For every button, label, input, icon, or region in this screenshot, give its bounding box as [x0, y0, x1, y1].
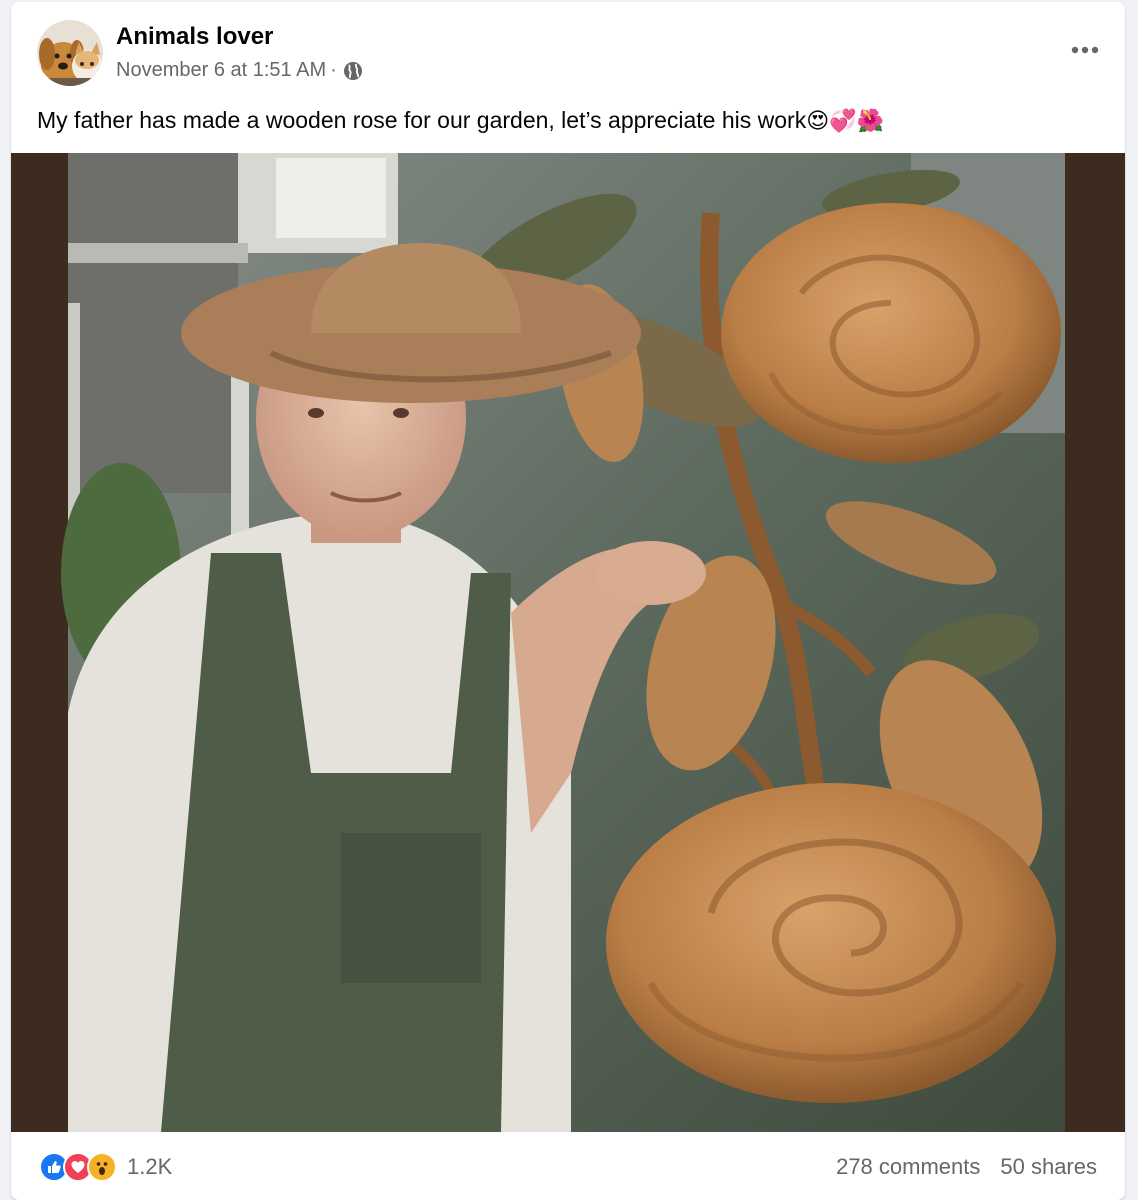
caption-text: My father has made a wooden rose for our…	[37, 107, 807, 133]
wow-icon	[87, 1152, 117, 1182]
more-options-button[interactable]	[1063, 30, 1107, 70]
post-timestamp[interactable]: November 6 at 1:51 AM	[116, 59, 326, 82]
meta-separator: ·	[330, 59, 337, 81]
post-card: Animals lover November 6 at 1:51 AM · My…	[11, 2, 1125, 1200]
avatar[interactable]	[37, 20, 103, 86]
shares-count[interactable]: 50 shares	[1000, 1154, 1097, 1180]
reaction-icons	[39, 1152, 117, 1182]
globe-icon[interactable]	[343, 61, 363, 81]
author-name[interactable]: Animals lover	[116, 23, 273, 51]
caption-emojis: 😍💞🌺	[806, 109, 884, 134]
post-caption: My father has made a wooden rose for our…	[37, 105, 884, 137]
comments-count[interactable]: 278 comments	[836, 1154, 980, 1180]
avatar-dog-cat-image	[37, 20, 103, 86]
post-footer: 1.2K 278 comments 50 shares	[11, 1132, 1125, 1200]
post-meta: November 6 at 1:51 AM ·	[116, 59, 363, 82]
reaction-count: 1.2K	[127, 1154, 173, 1179]
reactions-summary[interactable]: 1.2K	[39, 1152, 172, 1182]
photo-man-with-wooden-rose	[61, 153, 1065, 1132]
more-horizontal-icon	[1071, 46, 1099, 54]
engagement-stats: 278 comments 50 shares	[836, 1154, 1097, 1180]
post-photo[interactable]	[11, 153, 1125, 1132]
